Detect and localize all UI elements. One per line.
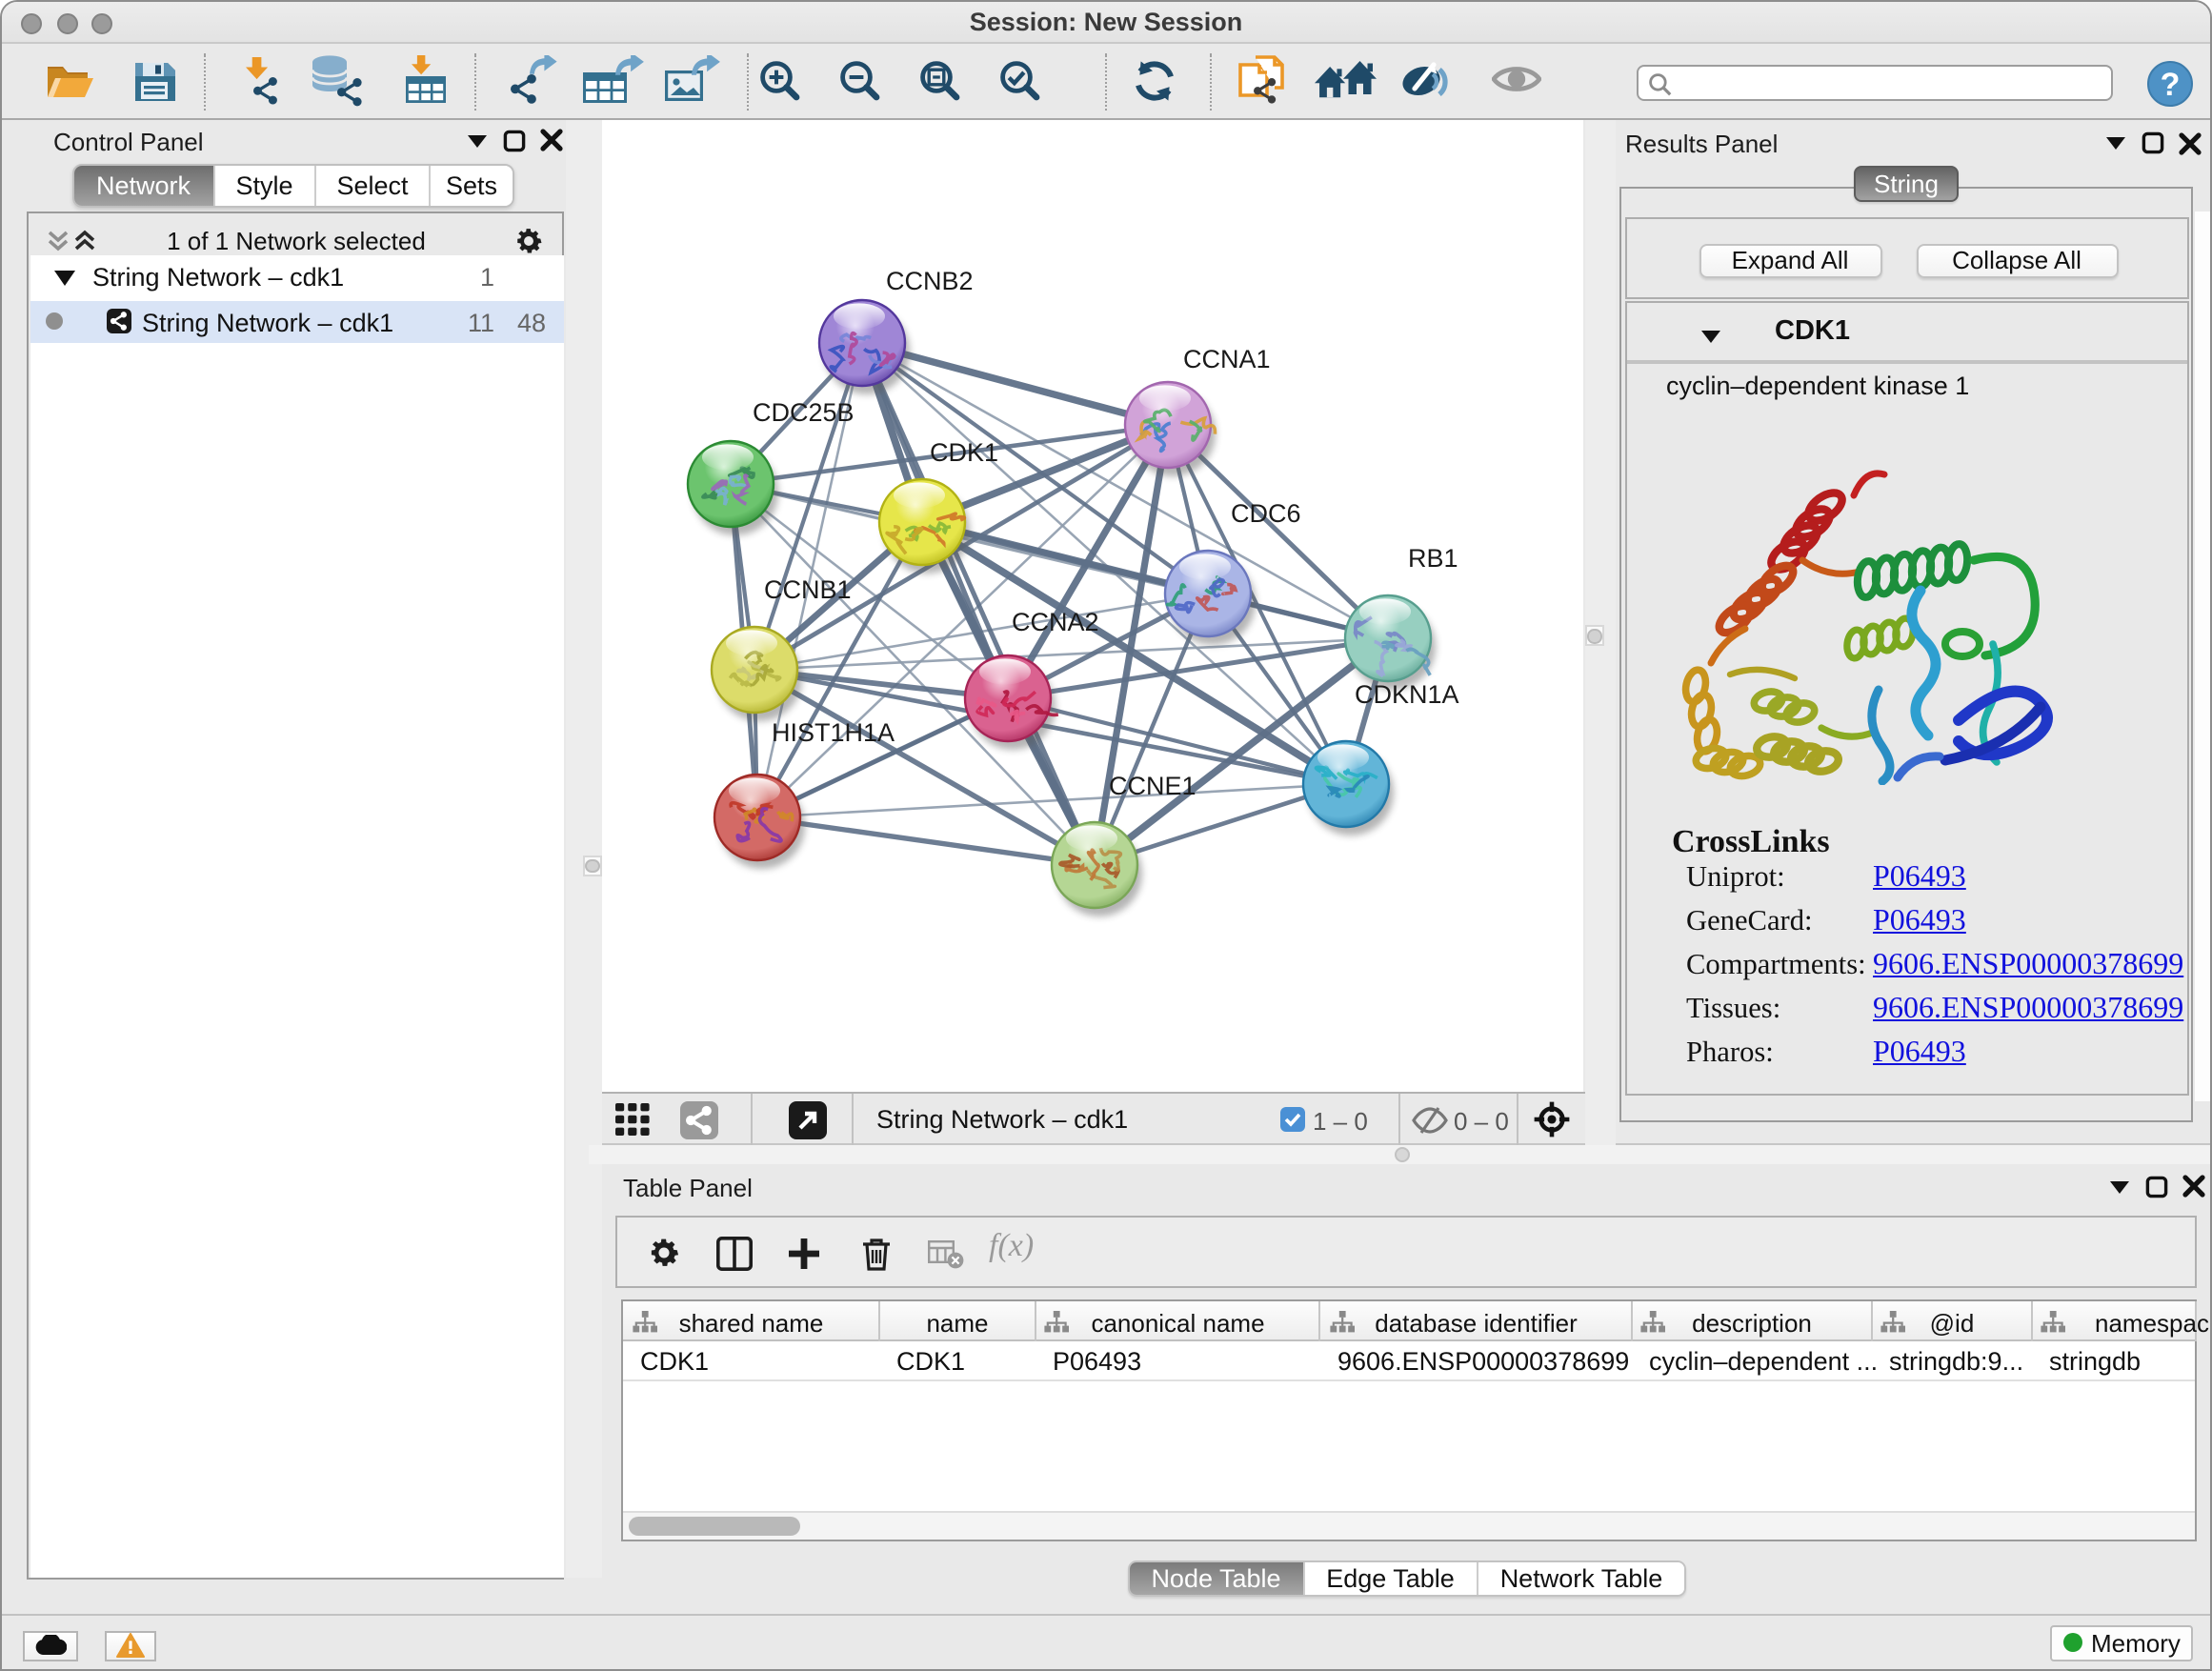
svg-text:CCNB2: CCNB2 [886, 266, 974, 294]
svg-text:CCNB1: CCNB1 [764, 574, 852, 603]
svg-text:CDC6: CDC6 [1231, 498, 1301, 527]
svg-text:CDKN1A: CDKN1A [1355, 679, 1459, 708]
svg-text:CCNE1: CCNE1 [1109, 771, 1196, 799]
svg-text:HIST1H1A: HIST1H1A [772, 717, 895, 746]
svg-text:CCNA2: CCNA2 [1012, 607, 1099, 635]
svg-text:CDK1: CDK1 [930, 437, 998, 466]
svg-text:CCNA1: CCNA1 [1183, 344, 1271, 372]
svg-text:RB1: RB1 [1408, 543, 1458, 572]
svg-text:CDC25B: CDC25B [753, 397, 855, 426]
